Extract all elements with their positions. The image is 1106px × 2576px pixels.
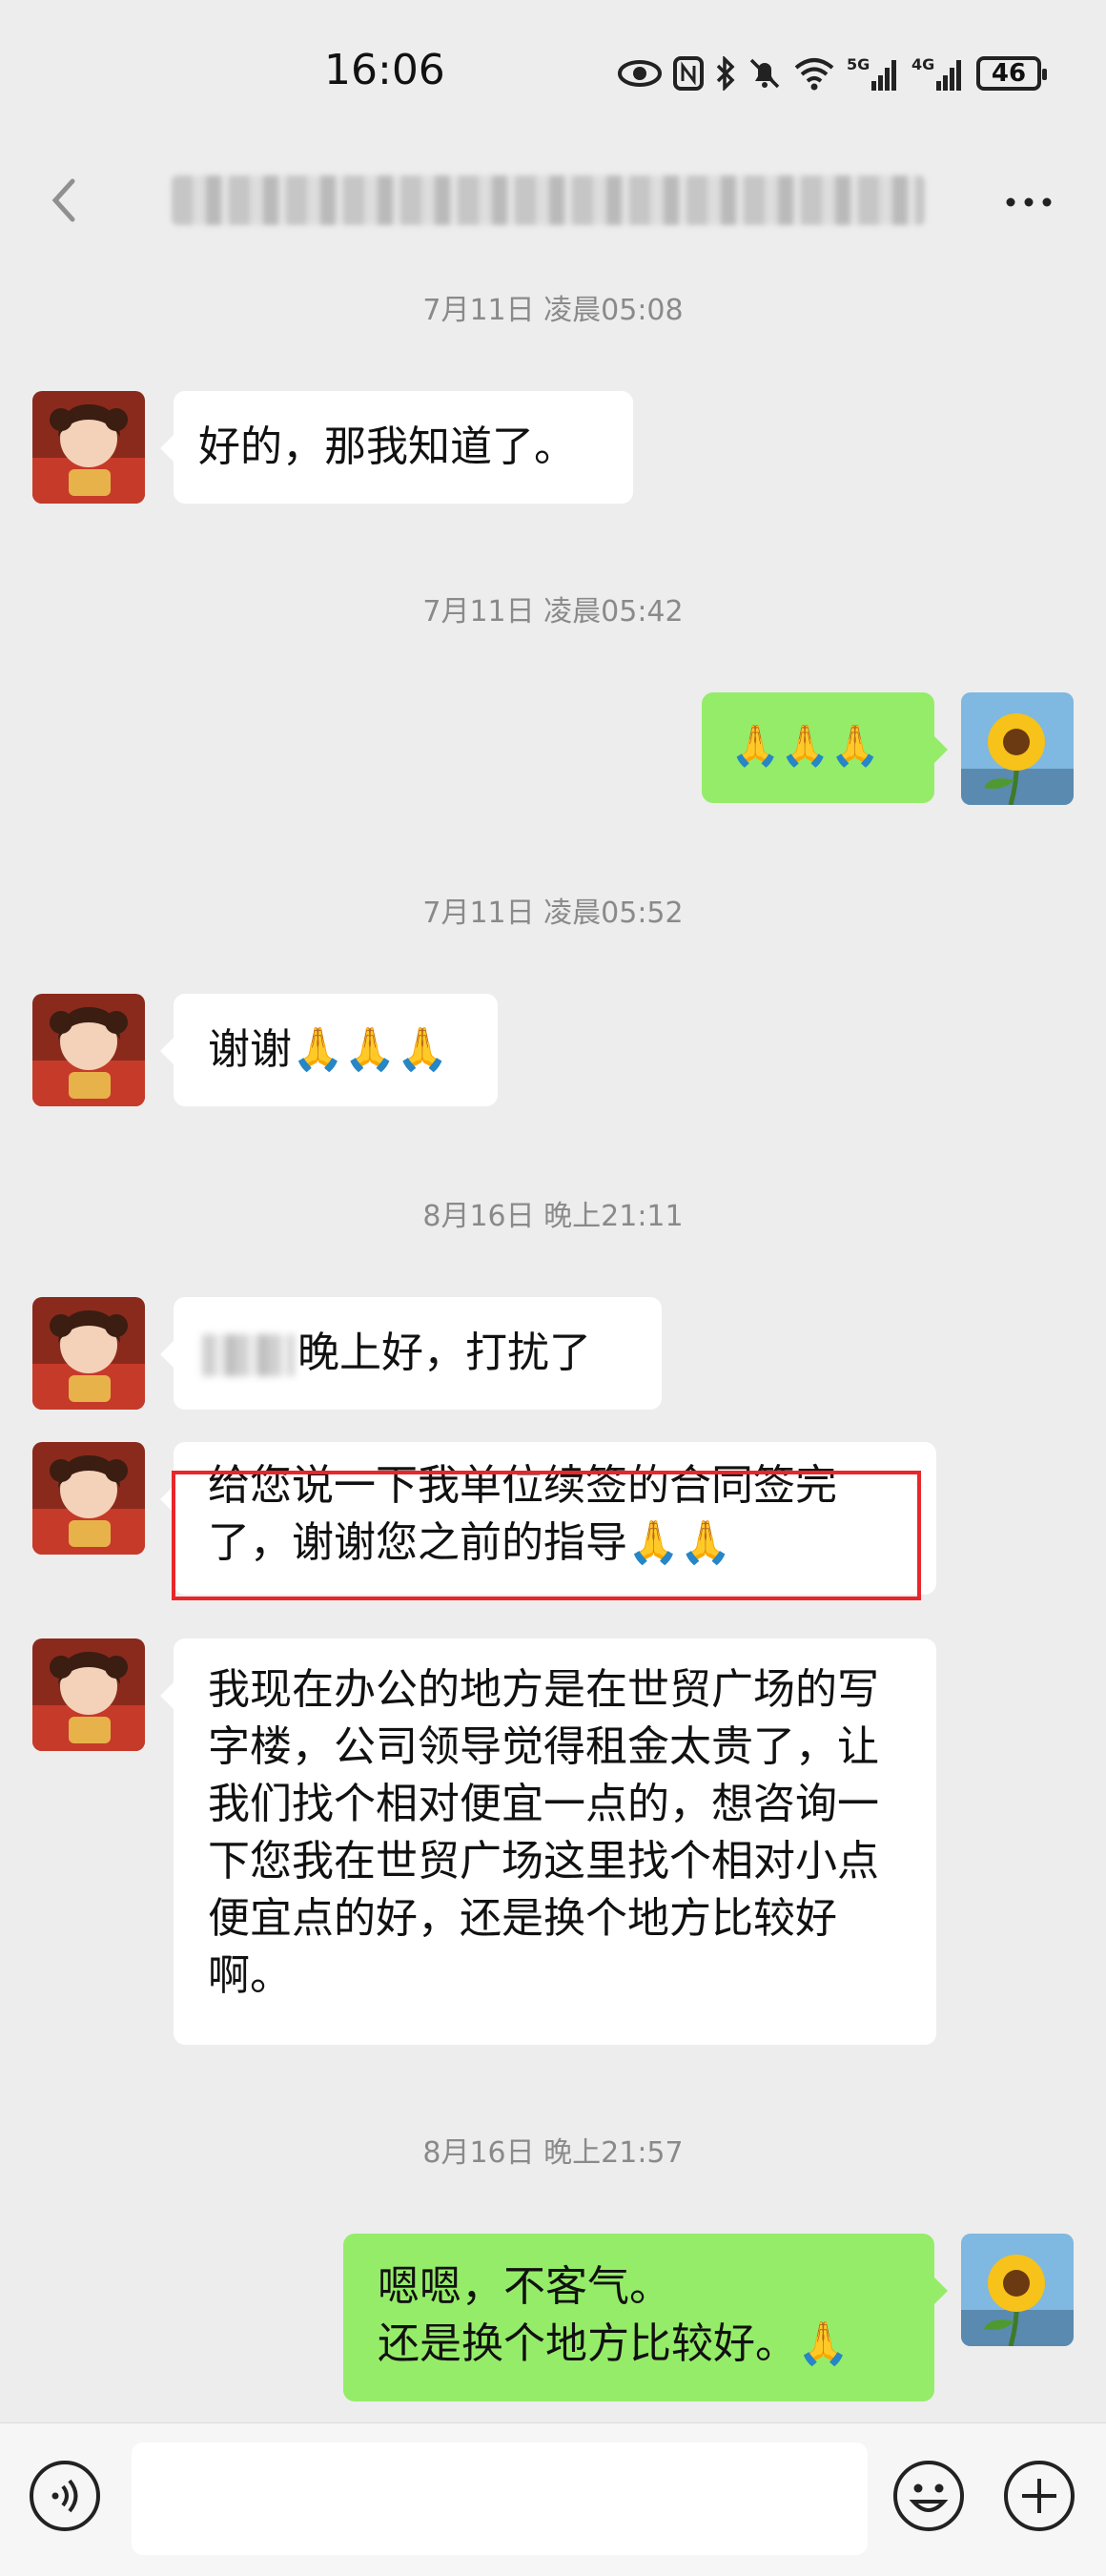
message-text: 嗯嗯，不客气。 还是换个地方比较好。🙏	[378, 2262, 850, 2368]
4g-signal-icon: 4G	[911, 50, 965, 97]
back-button[interactable]	[38, 172, 95, 229]
message-input[interactable]	[132, 2442, 868, 2555]
message-text: 谢谢🙏🙏🙏	[208, 1025, 449, 1074]
message-timestamp: 8月16日 晚上21:57	[422, 2136, 684, 2170]
incoming-message[interactable]: 谢谢🙏🙏🙏	[160, 994, 498, 1106]
more-dots-icon	[1006, 197, 1052, 207]
mute-bell-icon	[748, 50, 782, 97]
contact-avatar[interactable]	[32, 391, 145, 504]
status-bar: 16:06 5G 4G 46	[0, 0, 1106, 143]
emoji-button[interactable]	[891, 2458, 967, 2534]
message-timestamp: 8月16日 晚上21:11	[422, 1200, 684, 1233]
message-text: 晚上好，打扰了	[297, 1329, 591, 1377]
status-time: 16:06	[324, 46, 445, 94]
emoji-icon	[893, 2461, 964, 2531]
chevron-left-icon	[51, 178, 75, 222]
message-text: 给您说一下我单位续签的合同签完了，谢谢您之前的指导🙏🙏	[208, 1461, 837, 1567]
contact-avatar[interactable]	[32, 994, 145, 1106]
my-avatar[interactable]	[961, 2234, 1074, 2346]
incoming-message[interactable]: 晚上好，打扰了	[160, 1297, 662, 1410]
incoming-message[interactable]: 我现在办公的地方是在世贸广场的写字楼，公司领导觉得租金太贵了，让我们找个相对便宜…	[160, 1638, 936, 2045]
contact-avatar[interactable]	[32, 1442, 145, 1555]
5g-signal-icon: 5G	[847, 50, 900, 97]
status-icons: 5G 4G 46	[618, 50, 1047, 97]
plus-icon	[1004, 2461, 1075, 2531]
plus-button[interactable]	[1001, 2458, 1077, 2534]
contact-avatar[interactable]	[32, 1297, 145, 1410]
chat-title-blurred	[172, 175, 925, 225]
input-toolbar	[0, 2422, 1106, 2576]
blurred-name	[202, 1334, 294, 1376]
svg-text:5G: 5G	[847, 55, 870, 73]
message-timestamp: 7月11日 凌晨05:42	[422, 595, 684, 629]
nfc-icon	[673, 50, 704, 97]
voice-button[interactable]	[27, 2458, 103, 2534]
incoming-message[interactable]: 好的，那我知道了。	[160, 391, 633, 504]
svg-text:4G: 4G	[911, 55, 934, 73]
message-timestamp: 7月11日 凌晨05:08	[422, 294, 684, 327]
chat-header	[0, 143, 1106, 258]
eye-icon	[618, 50, 662, 97]
outgoing-message[interactable]: 嗯嗯，不客气。 还是换个地方比较好。🙏	[343, 2234, 948, 2401]
battery-level: 46	[976, 56, 1047, 91]
battery-icon: 46	[976, 50, 1047, 97]
message-timestamp: 7月11日 凌晨05:52	[422, 896, 684, 930]
my-avatar[interactable]	[961, 692, 1074, 805]
wifi-icon	[793, 50, 835, 97]
outgoing-message[interactable]: 🙏🙏🙏	[702, 692, 948, 803]
more-button[interactable]	[995, 172, 1062, 229]
contact-avatar[interactable]	[32, 1638, 145, 1751]
bluetooth-icon	[715, 50, 736, 97]
incoming-message[interactable]: 给您说一下我单位续签的合同签完了，谢谢您之前的指导🙏🙏	[160, 1442, 936, 1595]
message-text: 我现在办公的地方是在世贸广场的写字楼，公司领导觉得租金太贵了，让我们找个相对便宜…	[208, 1665, 879, 2000]
message-text: 🙏🙏🙏	[730, 722, 880, 769]
message-text: 好的，那我知道了。	[198, 422, 576, 471]
voice-icon	[30, 2461, 100, 2531]
